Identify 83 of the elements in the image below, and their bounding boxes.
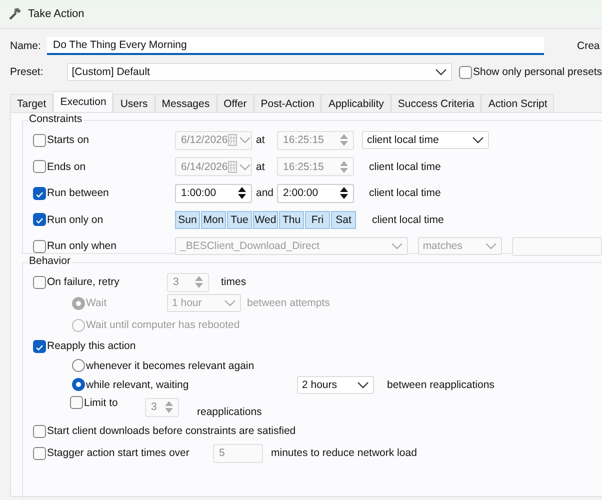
interval-dropdown[interactable]: 2 hours xyxy=(297,376,374,394)
checkbox[interactable] xyxy=(33,276,46,288)
preset-dropdown[interactable]: [Custom] Default xyxy=(66,63,452,81)
tab[interactable]: Users xyxy=(113,94,155,112)
timezone-label: client local time xyxy=(369,160,441,173)
at-label: at xyxy=(255,134,266,146)
checkbox-label: Reapply this action xyxy=(47,340,136,352)
hammer-icon xyxy=(8,7,22,21)
timezone-label: client local time xyxy=(372,214,444,226)
group-title: Behavior xyxy=(28,255,72,267)
calendar-icon xyxy=(228,134,237,146)
tab[interactable]: Execution xyxy=(53,91,114,112)
preset-label: Preset: xyxy=(10,66,44,78)
window-title: Take Action xyxy=(28,8,84,20)
radio-label: Wait until computer has rebooted xyxy=(86,319,240,331)
checkbox-label: Starts on xyxy=(47,134,90,146)
spinner-icon[interactable] xyxy=(339,185,349,202)
checkbox-label: Limit to xyxy=(84,396,118,408)
caret-icon xyxy=(485,242,498,250)
checkbox[interactable] xyxy=(459,66,472,78)
checkbox[interactable] xyxy=(33,424,46,438)
day-toggle[interactable]: Mon xyxy=(201,210,226,229)
caret-icon xyxy=(238,162,251,171)
radio-button[interactable] xyxy=(72,318,85,332)
caret-icon xyxy=(472,136,484,144)
checkbox-label: Run only on xyxy=(47,214,104,226)
create-label: Crea xyxy=(577,40,600,52)
checkbox-label: Stagger action start times over xyxy=(47,447,190,459)
suffix-label: between attempts xyxy=(247,297,330,309)
times-label: times xyxy=(221,276,246,288)
checkbox[interactable] xyxy=(33,186,46,200)
checkbox[interactable] xyxy=(33,240,46,253)
timezone-dropdown[interactable]: client local time xyxy=(362,131,489,150)
tab[interactable]: Post-Action xyxy=(254,94,322,112)
day-toggle[interactable]: Sun xyxy=(175,210,200,229)
caret-icon xyxy=(435,68,447,76)
value-field[interactable] xyxy=(512,236,602,256)
timezone-label: client local time xyxy=(369,187,441,200)
calendar-icon xyxy=(228,160,237,173)
day-toggle[interactable]: Fri xyxy=(305,210,330,229)
checkbox[interactable] xyxy=(33,213,46,226)
tab[interactable]: Target xyxy=(10,94,54,112)
radio-label: Wait xyxy=(86,297,107,309)
suffix-label: between reapplications xyxy=(387,378,494,390)
at-label: at xyxy=(255,160,266,173)
radio-label: whenever it becomes relevant again xyxy=(86,360,254,372)
tab[interactable]: Success Criteria xyxy=(390,94,482,112)
tab[interactable]: Action Script xyxy=(481,94,554,112)
radio-button[interactable] xyxy=(72,296,85,310)
caret-icon xyxy=(224,299,236,307)
suffix-label: reapplications xyxy=(197,406,262,420)
tab[interactable]: Applicability xyxy=(321,94,391,112)
checkbox-label: Start client downloads before constraints are satisfied xyxy=(47,425,296,437)
day-toggle[interactable]: Wed xyxy=(253,210,278,229)
day-toggle[interactable]: Thu xyxy=(279,210,304,229)
suffix-label: minutes to reduce network load xyxy=(271,447,417,459)
checkbox[interactable] xyxy=(33,446,46,460)
checkbox[interactable] xyxy=(33,340,46,352)
name-label: Name: xyxy=(10,40,42,52)
checkbox[interactable] xyxy=(33,134,46,147)
checkbox[interactable] xyxy=(70,396,83,409)
radio-button[interactable] xyxy=(72,359,85,372)
day-toggle[interactable]: Tue xyxy=(227,210,252,229)
radio-button[interactable] xyxy=(72,378,85,391)
checkbox-label: Show only personal presets xyxy=(473,66,602,78)
checkbox-label: Run between xyxy=(47,187,109,200)
day-toggle[interactable]: Sat xyxy=(331,210,356,229)
group-title: Constraints xyxy=(28,113,84,125)
checkbox-label: Run only when xyxy=(47,240,116,252)
checkbox[interactable] xyxy=(33,160,46,174)
checkbox-label: Ends on xyxy=(47,160,86,173)
radio-label: while relevant, waiting xyxy=(86,378,189,390)
caret-icon xyxy=(390,242,403,250)
name-field[interactable]: Do The Thing Every Morning xyxy=(47,37,544,55)
spinner-icon[interactable] xyxy=(237,185,247,202)
checkbox-label: On failure, retry xyxy=(47,276,120,288)
time-field[interactable]: 2:00:00 xyxy=(277,184,354,203)
caret-icon xyxy=(238,136,251,144)
and-label: and xyxy=(255,187,275,200)
tab[interactable]: Messages xyxy=(154,94,217,112)
caret-icon xyxy=(357,380,369,388)
time-field[interactable]: 1:00:00 xyxy=(175,184,252,203)
tab[interactable]: Offer xyxy=(216,94,254,112)
